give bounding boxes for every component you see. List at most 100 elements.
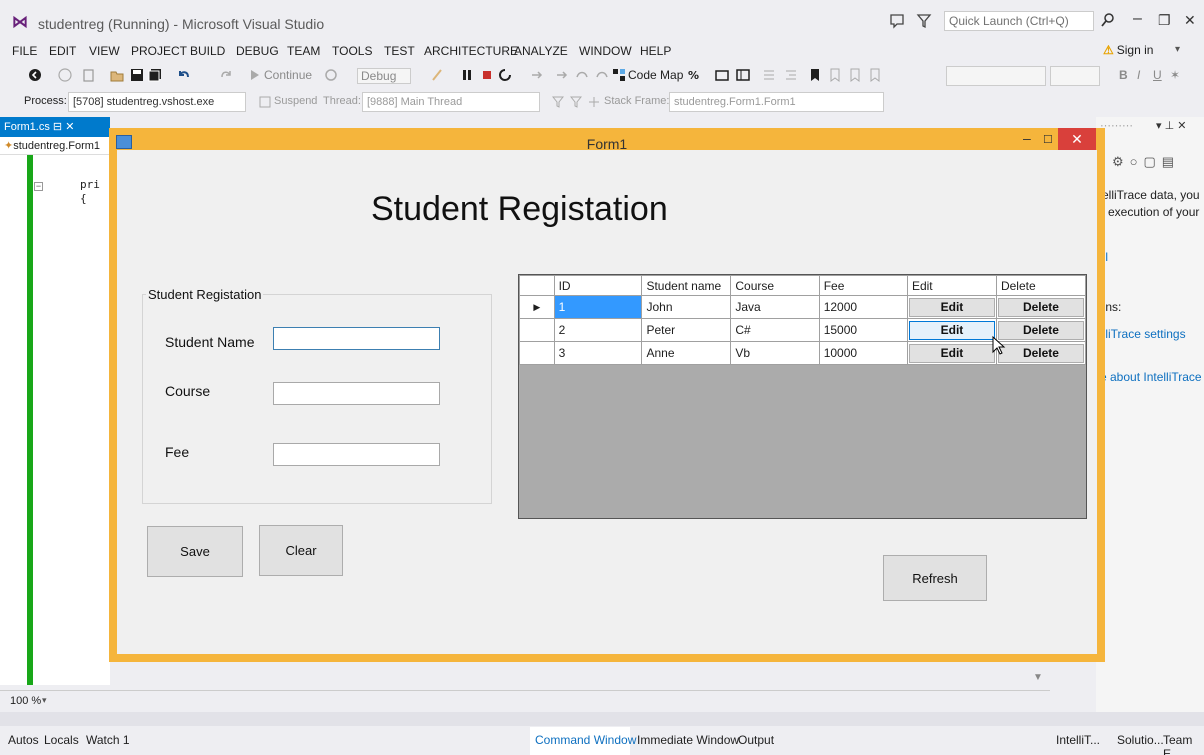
attach-icon[interactable]: [430, 68, 444, 82]
tab-team-explorer[interactable]: Team E...: [1163, 733, 1204, 755]
save-icon[interactable]: [130, 68, 144, 82]
menu-tools[interactable]: TOOLS: [332, 44, 372, 58]
intellitrace-toolbar-icons[interactable]: ⚙○▢▤: [1112, 154, 1180, 170]
tab-command-window[interactable]: Command Window: [535, 733, 636, 747]
close-icon[interactable]: ✕: [65, 121, 74, 133]
column-header-delete[interactable]: Delete: [995, 275, 1087, 296]
continue-button[interactable]: Continue: [264, 68, 312, 82]
open-file-icon[interactable]: [110, 68, 124, 82]
bookmark-next-icon[interactable]: [848, 68, 862, 82]
show-next-statement-icon[interactable]: [530, 68, 544, 82]
delete-row-button[interactable]: Delete: [997, 343, 1084, 363]
panel-splitter[interactable]: [0, 712, 1204, 726]
fee-input[interactable]: [273, 443, 440, 466]
edit-row-button[interactable]: Edit: [908, 320, 995, 340]
restart-icon[interactable]: [324, 68, 338, 82]
restart-debugging-icon[interactable]: [498, 68, 512, 82]
bookmark-icon[interactable]: [808, 68, 822, 82]
cell-id[interactable]: 3: [553, 341, 643, 365]
break-all-icon[interactable]: [460, 68, 474, 82]
menu-file[interactable]: FILE: [12, 44, 37, 58]
code-map-icon[interactable]: [612, 68, 626, 82]
step-over-icon[interactable]: [575, 68, 589, 82]
zoom-level[interactable]: 100 %: [10, 695, 41, 707]
course-input[interactable]: [273, 382, 440, 405]
column-header-edit[interactable]: Edit: [906, 275, 997, 296]
indent-icon[interactable]: [784, 68, 798, 82]
form1-minimize-button[interactable]: –: [1023, 130, 1031, 146]
forward-navigation-icon[interactable]: [58, 68, 72, 82]
learn-about-intellitrace-link[interactable]: re about IntelliTrace: [1096, 370, 1202, 384]
column-header-course[interactable]: Course: [730, 275, 820, 296]
step-out-icon[interactable]: [595, 68, 609, 82]
save-button[interactable]: Save: [147, 526, 243, 577]
solution-configuration-dropdown[interactable]: Debug: [357, 68, 412, 84]
cell-id[interactable]: 2: [553, 318, 643, 342]
scroll-down-arrow-icon[interactable]: ▼: [1033, 672, 1043, 683]
hex-display-icon[interactable]: %: [688, 68, 702, 82]
refresh-button[interactable]: Refresh: [883, 555, 987, 601]
column-header-id[interactable]: ID: [553, 275, 643, 296]
cell-fee[interactable]: 10000: [818, 341, 908, 365]
tab-solution-explorer[interactable]: Solutio...: [1117, 733, 1164, 747]
cell-course[interactable]: Java: [730, 295, 820, 319]
cell-student-name[interactable]: Anne: [641, 341, 732, 365]
tab-immediate-window[interactable]: Immediate Window: [637, 733, 739, 747]
underline-icon[interactable]: U: [1153, 68, 1162, 82]
sign-in-link[interactable]: ⚠ Sign in: [1103, 43, 1153, 57]
menu-test[interactable]: TEST: [384, 44, 415, 58]
new-project-icon[interactable]: [82, 68, 96, 82]
cell-student-name[interactable]: Peter: [641, 318, 732, 342]
editor-tab-form1-cs[interactable]: Form1.cs ⊟ ✕: [0, 117, 110, 137]
column-header-student-name[interactable]: Student name: [641, 275, 732, 296]
students-datagrid[interactable]: ID Student name Course Fee Edit Delete ▶…: [518, 274, 1087, 519]
menu-help[interactable]: HELP: [640, 44, 671, 58]
feedback-icon[interactable]: [889, 13, 905, 29]
pin-icon[interactable]: ⊟: [53, 121, 62, 133]
vs-minimize-button[interactable]: –: [1133, 10, 1142, 28]
edit-row-button[interactable]: Edit: [908, 343, 995, 363]
column-header-fee[interactable]: Fee: [818, 275, 908, 296]
tab-autos[interactable]: Autos: [8, 733, 39, 747]
cell-course[interactable]: Vb: [730, 341, 820, 365]
chevron-down-icon[interactable]: ▾: [42, 695, 47, 706]
editor-type-navigator[interactable]: ✦studentreg.Form1: [0, 137, 110, 155]
cell-course[interactable]: C#: [730, 318, 820, 342]
student-name-input[interactable]: [273, 327, 440, 350]
find-combo[interactable]: [946, 66, 1046, 86]
redo-icon[interactable]: [220, 68, 234, 82]
tab-watch-1[interactable]: Watch 1: [86, 733, 130, 747]
flag-all-icon[interactable]: [570, 96, 582, 108]
thread-dropdown[interactable]: [9888] Main Thread: [362, 92, 540, 112]
clear-button[interactable]: Clear: [259, 525, 343, 576]
cell-fee[interactable]: 15000: [818, 318, 908, 342]
tab-intellitrace[interactable]: IntelliT...: [1056, 733, 1100, 747]
edit-row-button[interactable]: Edit: [908, 297, 995, 317]
menu-team[interactable]: TEAM: [287, 44, 320, 58]
cell-student-name[interactable]: John: [641, 295, 732, 319]
menu-edit[interactable]: EDIT: [49, 44, 76, 58]
process-dropdown[interactable]: [5708] studentreg.vshost.exe: [68, 92, 246, 112]
toggle-breakpoint-icon[interactable]: [715, 68, 729, 82]
menu-project[interactable]: PROJECT: [131, 44, 187, 58]
delete-row-button[interactable]: Delete: [997, 320, 1084, 340]
menu-window[interactable]: WINDOW: [579, 44, 632, 58]
form1-maximize-button[interactable]: ☐: [1043, 133, 1053, 146]
code-editor[interactable]: − pri {: [0, 155, 110, 685]
bookmark-clear-icon[interactable]: [868, 68, 882, 82]
threads-icon[interactable]: [736, 68, 750, 82]
row-header[interactable]: [519, 318, 555, 342]
outline-collapse-icon[interactable]: −: [34, 182, 43, 191]
menu-debug[interactable]: DEBUG: [236, 44, 279, 58]
panel-controls[interactable]: ▾ ⊥ ✕: [1156, 119, 1186, 132]
row-header[interactable]: [519, 341, 555, 365]
show-external-icon[interactable]: [588, 96, 600, 108]
row-header-corner[interactable]: [519, 275, 555, 296]
suspend-icon[interactable]: [259, 96, 271, 108]
strikethrough-icon[interactable]: ✶: [1170, 68, 1180, 82]
vs-close-button[interactable]: ✕: [1184, 12, 1196, 29]
bookmark-prev-icon[interactable]: [828, 68, 842, 82]
current-row-indicator-icon[interactable]: ▶: [519, 295, 555, 319]
delete-row-button[interactable]: Delete: [997, 297, 1084, 317]
menu-analyze[interactable]: ANALYZE: [514, 44, 568, 58]
